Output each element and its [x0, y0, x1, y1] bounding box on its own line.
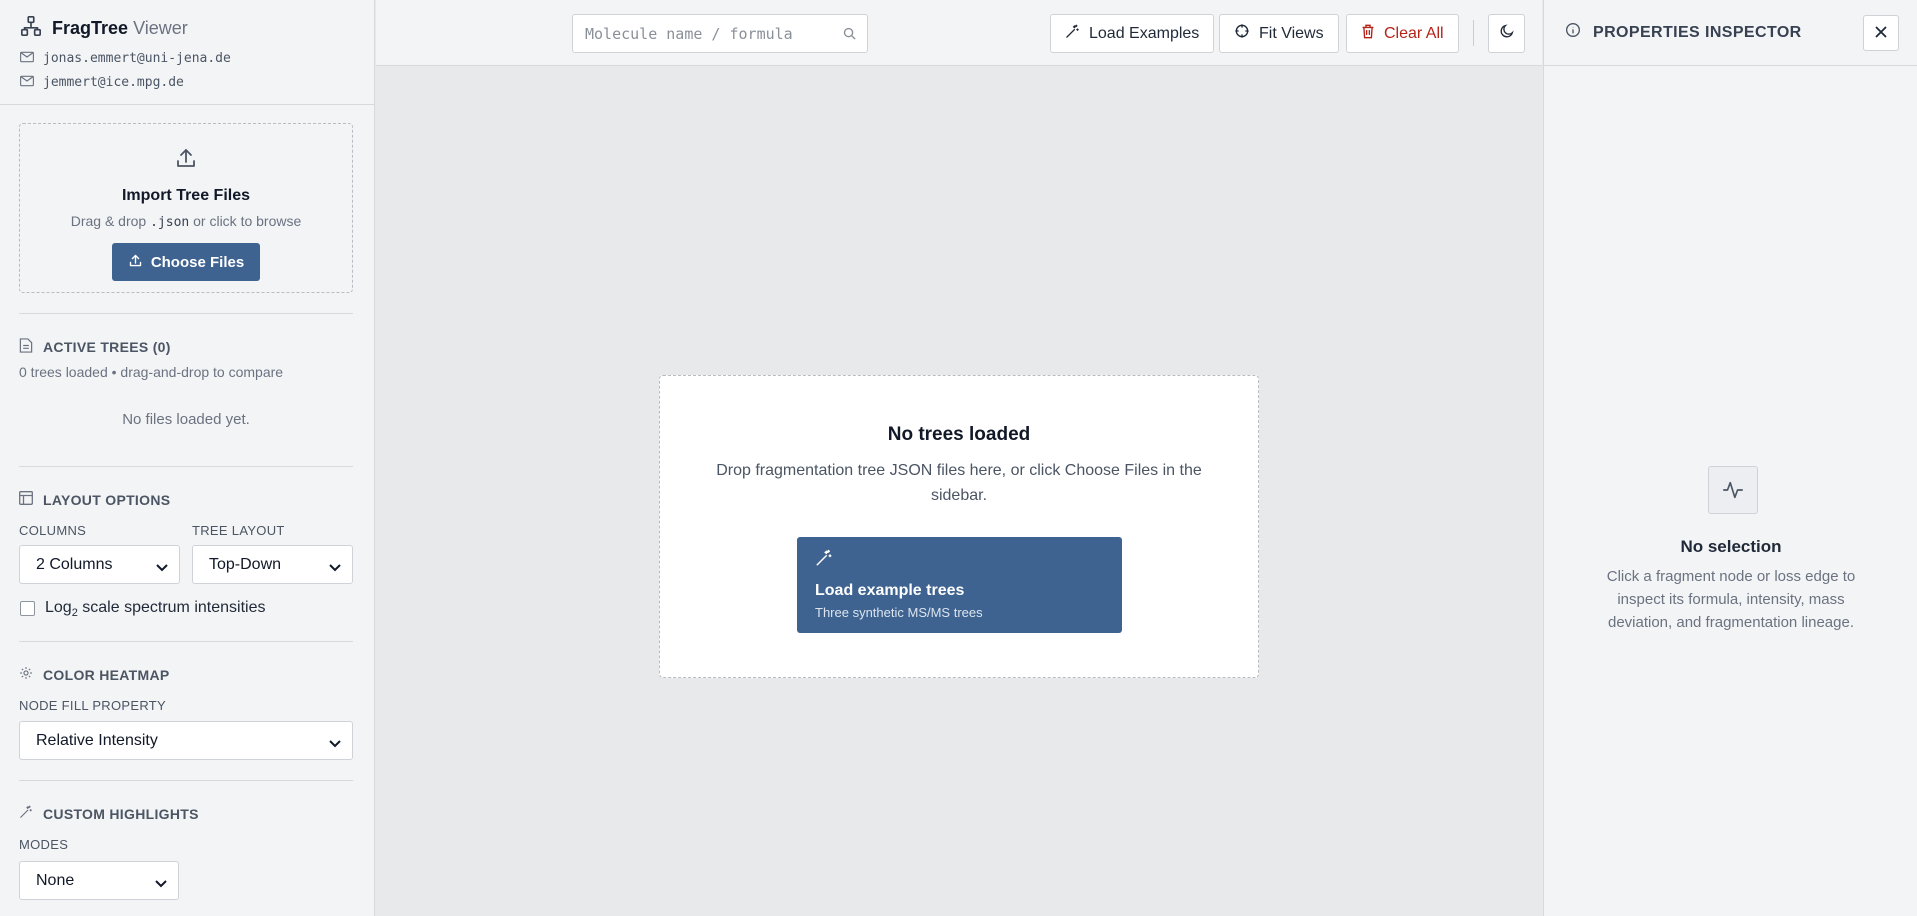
color-heatmap-heading: COLOR HEATMAP: [19, 666, 170, 683]
info-icon: [1565, 22, 1581, 43]
columns-select[interactable]: 2 Columns: [19, 545, 180, 584]
magic-wand-icon: [1065, 24, 1080, 44]
email-row: jemmert@ice.mpg.de: [20, 73, 354, 91]
close-inspector-button[interactable]: [1863, 15, 1899, 51]
inspector-header: PROPERTIES INSPECTOR: [1544, 0, 1917, 66]
empty-files-text: No files loaded yet.: [122, 411, 250, 428]
modes-select-wrap: None: [19, 861, 179, 900]
node-fill-select[interactable]: Relative Intensity: [19, 721, 353, 760]
tree-layout-select-wrap: Top-Down: [192, 545, 353, 584]
sidebar: FragTree Viewer jonas.emmert@uni-jena.de…: [0, 0, 375, 916]
fit-views-button[interactable]: Fit Views: [1219, 14, 1339, 53]
load-examples-button[interactable]: Load Examples: [1050, 14, 1215, 53]
magic-wand-icon: [815, 549, 833, 571]
empty-state-text: Drop fragmentation tree JSON files here,…: [716, 462, 1202, 504]
email-row: jonas.emmert@uni-jena.de: [20, 49, 354, 67]
columns-label: COLUMNS: [19, 523, 87, 538]
close-icon: [1874, 25, 1888, 42]
search-box: [572, 14, 868, 53]
load-example-trees-button[interactable]: Load example trees Three synthetic MS/MS…: [797, 537, 1122, 633]
activity-icon: [1708, 466, 1758, 514]
theme-toggle-button[interactable]: [1488, 14, 1525, 53]
example-button-title: Load example trees: [815, 582, 965, 599]
log-scale-checkbox[interactable]: [20, 601, 35, 616]
email-link[interactable]: jonas.emmert@uni-jena.de: [43, 51, 231, 66]
no-selection-text: Click a fragment node or loss edge to in…: [1606, 568, 1856, 631]
mail-icon: [20, 75, 34, 90]
search-icon: [842, 26, 857, 46]
search-input[interactable]: [573, 15, 823, 52]
divider: [19, 313, 353, 314]
empty-state-title: No trees loaded: [887, 424, 1031, 445]
import-hint: Drag & drop .json or click to browse: [70, 213, 302, 230]
toolbar: Load Examples Fit Views Clear All: [376, 0, 1542, 66]
brand-header: FragTree Viewer jonas.emmert@uni-jena.de…: [0, 0, 374, 105]
active-trees-summary: 0 trees loaded • drag-and-drop to compar…: [19, 364, 284, 380]
log-scale-label: Log2 scale spectrum intensities: [45, 599, 266, 620]
magic-wand-icon: [19, 805, 33, 822]
tree-logo-icon: [20, 15, 42, 42]
active-trees-heading: ACTIVE TREES (0): [19, 338, 171, 356]
properties-inspector: PROPERTIES INSPECTOR No selection Click …: [1543, 0, 1917, 916]
divider: [19, 641, 353, 642]
layout-icon: [19, 491, 33, 508]
empty-state-card: No trees loaded Drop fragmentation tree …: [659, 375, 1259, 678]
divider: [19, 780, 353, 781]
divider: [19, 466, 353, 467]
inspector-title: PROPERTIES INSPECTOR: [1593, 23, 1802, 41]
upload-icon: [128, 253, 143, 272]
moon-icon: [1499, 23, 1515, 44]
modes-select[interactable]: None: [19, 861, 179, 900]
gear-icon: [19, 666, 33, 683]
layout-options-heading: LAYOUT OPTIONS: [19, 491, 170, 508]
tree-layout-label: TREE LAYOUT: [192, 523, 285, 538]
upload-icon: [20, 146, 352, 175]
mail-icon: [20, 51, 34, 66]
node-fill-label: NODE FILL PROPERTY: [19, 698, 166, 713]
trash-icon: [1361, 24, 1375, 44]
columns-select-wrap: 2 Columns: [19, 545, 180, 584]
clear-all-button[interactable]: Clear All: [1346, 14, 1459, 53]
toolbar-separator: [1473, 20, 1474, 46]
modes-label: MODES: [19, 837, 69, 852]
file-drop-zone[interactable]: Import Tree Files Drag & drop .json or c…: [19, 123, 353, 293]
node-fill-select-wrap: Relative Intensity: [19, 721, 353, 760]
file-icon: [19, 338, 33, 356]
email-link[interactable]: jemmert@ice.mpg.de: [43, 75, 184, 90]
crosshair-icon: [1234, 23, 1250, 44]
example-button-subtitle: Three synthetic MS/MS trees: [815, 605, 983, 620]
custom-highlights-heading: CUSTOM HIGHLIGHTS: [19, 805, 199, 822]
app-title: FragTree Viewer: [52, 17, 188, 38]
no-selection-title: No selection: [1680, 537, 1782, 556]
tree-layout-select[interactable]: Top-Down: [192, 545, 353, 584]
import-title: Import Tree Files: [121, 187, 251, 204]
choose-files-button[interactable]: Choose Files: [111, 243, 261, 281]
